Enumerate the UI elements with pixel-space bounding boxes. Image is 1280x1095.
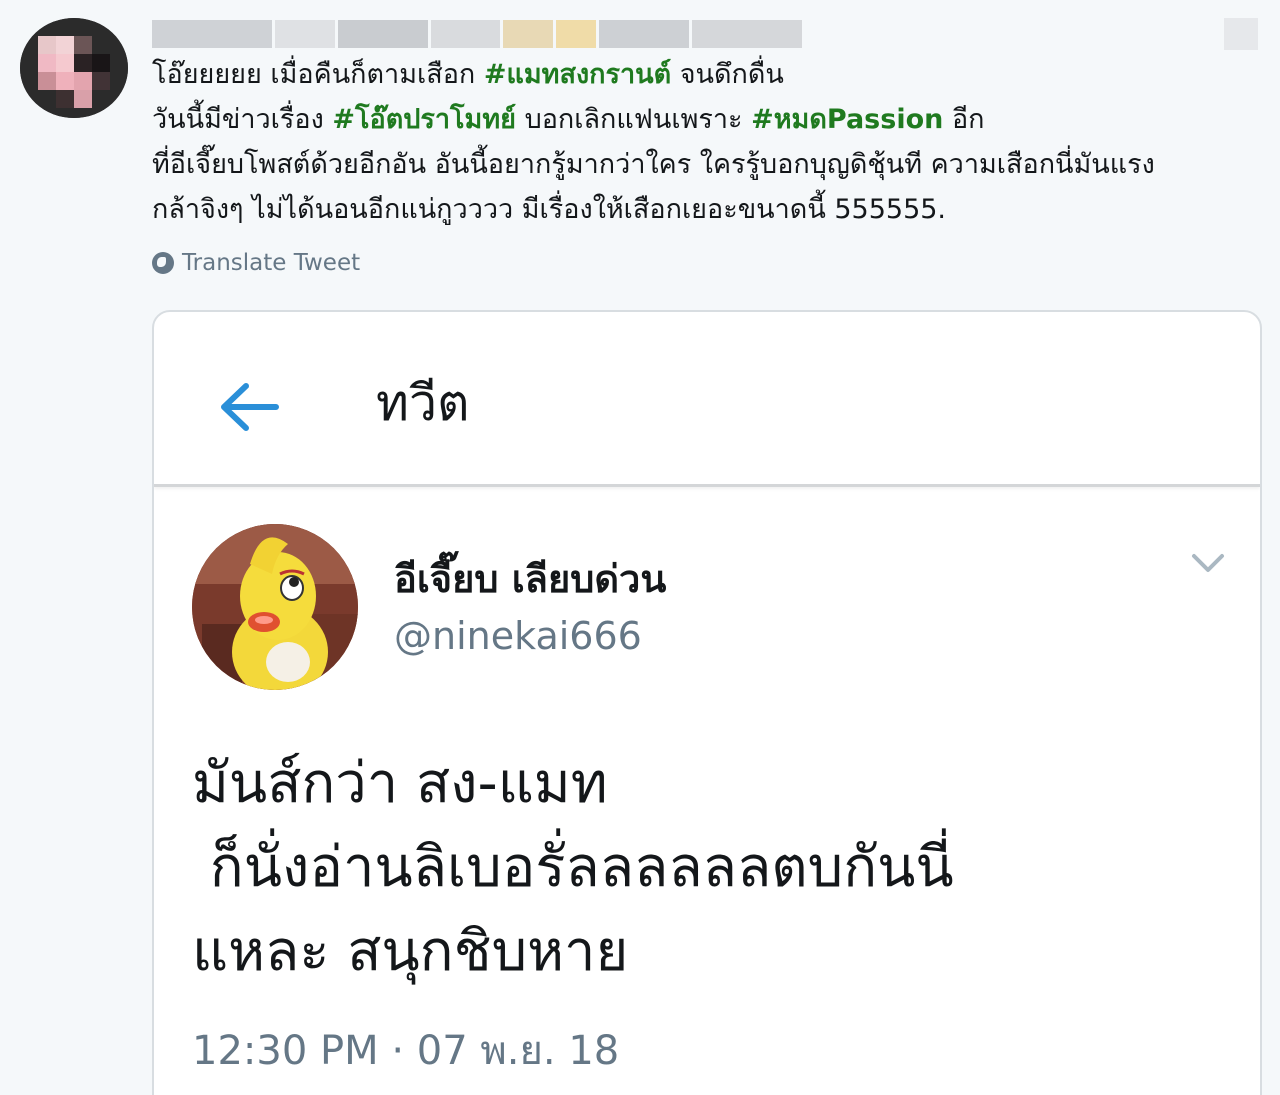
tweet-text-segment: ที่อีเจี๊ยบโพสต์ด้วยอีกอัน อันนี้อยากรู้… xyxy=(152,149,1155,180)
arrow-left-icon[interactable] xyxy=(216,382,280,432)
inner-author-avatar[interactable] xyxy=(192,524,358,690)
hashtag-link[interactable]: #แมทสงกรานต์ xyxy=(484,59,671,90)
inner-tweet-timestamp: 12:30 PM · 07 พ.ย. 18 xyxy=(192,1028,620,1074)
tweet-text-segment: จนดึกดื่น xyxy=(671,59,784,90)
tweet-text-line: กล้าจิงๆ ไม่ได้นอนอีกแน่กูวววว มีเรื่องใ… xyxy=(152,187,1262,232)
inner-author-name: อีเจี๊ยบ เลียบด่วน xyxy=(394,557,667,601)
card-header: ทวีต xyxy=(154,312,1260,487)
hashtag-link[interactable]: #โอ๊ตปราโมทย์ xyxy=(332,104,516,135)
tweet-text-segment: บอกเลิกแฟนเพราะ xyxy=(515,104,752,135)
translate-label: Translate Tweet xyxy=(182,250,361,276)
tweet-text-line: โอ๊ยยยยย เมื่อคืนก็ตามเสือก #แมทสงกรานต์… xyxy=(152,52,1262,97)
duck-avatar-image xyxy=(192,524,358,690)
chevron-down-icon[interactable] xyxy=(1190,552,1226,576)
tweet-text-segment: วันนี้มีข่าวเรื่อง xyxy=(152,104,333,135)
inner-tweet-body: มันส์กว่า สง-แมท ก็นั่งอ่านลิเบอรั่ลลลลล… xyxy=(192,742,1232,994)
hashtag-link[interactable]: #หมดPassion xyxy=(751,104,943,135)
inner-body-line: ก็นั่งอ่านลิเบอรั่ลลลลลลตบกันนี่ xyxy=(192,835,954,900)
inner-body-line: แหละ สนุกชิบหาย xyxy=(192,919,629,984)
embedded-tweet-image[interactable]: ทวีต อีเจี๊ยบ เลียบด่วน @ninekai666 มันส… xyxy=(152,310,1262,1095)
tweet-text: โอ๊ยยยยย เมื่อคืนก็ตามเสือก #แมทสงกรานต์… xyxy=(152,52,1262,232)
tweet-text-line: วันนี้มีข่าวเรื่อง #โอ๊ตปราโมทย์ บอกเลิก… xyxy=(152,97,1262,142)
tweet-text-segment: กล้าจิงๆ ไม่ได้นอนอีกแน่กูวววว มีเรื่องใ… xyxy=(152,194,947,225)
tweet-text-segment: โอ๊ยยยยย เมื่อคืนก็ตามเสือก xyxy=(152,59,484,90)
author-name-blurred[interactable] xyxy=(152,18,803,50)
tweet-text-segment: อีก xyxy=(943,104,985,135)
globe-icon xyxy=(152,252,174,274)
inner-author-handle: @ninekai666 xyxy=(394,614,642,658)
tweet-text-line: ที่อีเจี๊ยบโพสต์ด้วยอีกอัน อันนี้อยากรู้… xyxy=(152,142,1262,187)
inner-body-line: มันส์กว่า สง-แมท xyxy=(192,751,608,816)
timestamp-blurred xyxy=(1224,18,1258,50)
card-title: ทวีต xyxy=(376,374,470,432)
author-avatar[interactable] xyxy=(20,18,128,118)
tweet-page: โอ๊ยยยยย เมื่อคืนก็ตามเสือก #แมทสงกรานต์… xyxy=(0,0,1280,1095)
translate-tweet-link[interactable]: Translate Tweet xyxy=(152,250,360,276)
